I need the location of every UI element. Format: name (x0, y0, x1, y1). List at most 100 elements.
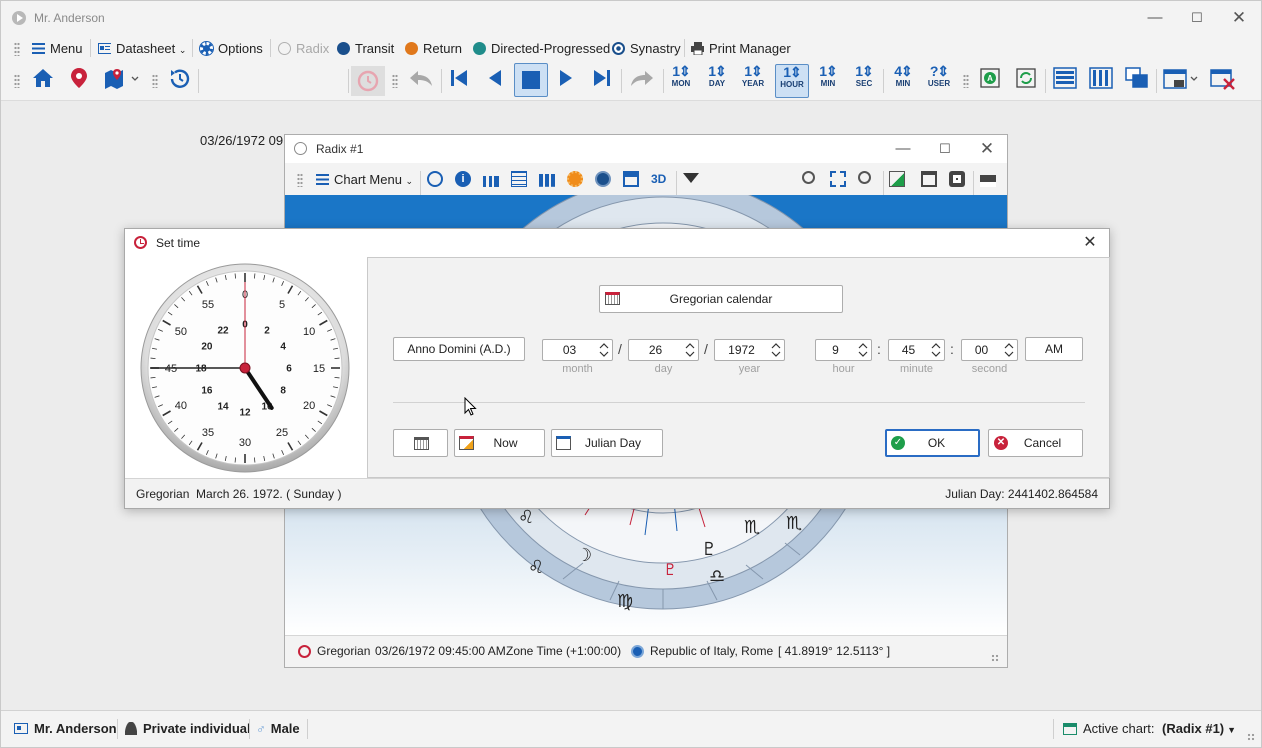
now-button-label: Now (493, 436, 518, 450)
mouse-cursor-icon (464, 397, 477, 416)
step-hour-button[interactable]: 1⇕ HOUR (775, 64, 809, 98)
filter-icon[interactable] (683, 173, 699, 183)
3d-icon[interactable]: 3D (651, 171, 667, 187)
status-person[interactable]: Mr. Anderson (14, 721, 117, 736)
layout-columns-button[interactable] (1087, 67, 1115, 95)
era-button[interactable]: Anno Domini (A.D.) (393, 337, 525, 361)
svg-text:♌: ♌ (518, 507, 534, 528)
last-button[interactable] (590, 67, 614, 95)
info-icon[interactable]: i (455, 171, 471, 187)
second-spinner[interactable]: 00 (961, 339, 1018, 361)
radix-minimize-button[interactable]: — (888, 138, 918, 160)
month-spinner[interactable]: 03 (542, 339, 613, 361)
clock-icon (134, 236, 147, 249)
step-month-button[interactable]: 1⇕ MON (666, 64, 696, 98)
chart-wheel-icon[interactable] (427, 171, 443, 187)
tree-icon[interactable] (623, 171, 639, 187)
zoom-in-icon[interactable] (802, 171, 815, 184)
julian-day-button[interactable]: Julian Day (551, 429, 663, 457)
window-menu-button[interactable] (1161, 67, 1201, 95)
resize-grip-icon[interactable] (991, 654, 999, 662)
set-time-button[interactable] (351, 66, 385, 96)
close-button[interactable]: ✕ (1224, 7, 1254, 29)
status-gender[interactable]: ♂ Male (256, 721, 300, 736)
updown-icon[interactable] (931, 342, 941, 358)
updown-icon[interactable] (771, 342, 781, 358)
menu-return[interactable]: Return (405, 39, 462, 58)
menu-synastry[interactable]: Synastry (612, 39, 681, 58)
step-4min-button[interactable]: 4⇕ MIN (888, 64, 918, 98)
year-spinner[interactable]: 1972 (714, 339, 785, 361)
map-button[interactable] (102, 67, 142, 95)
updown-icon: ⇕ (826, 63, 838, 79)
calendar-button[interactable]: Gregorian calendar (599, 285, 843, 313)
home-button[interactable] (31, 67, 55, 95)
radix-close-button[interactable]: ✕ (972, 138, 1002, 160)
print-icon[interactable] (980, 171, 996, 187)
step-minute-button[interactable]: 1⇕ MIN (813, 64, 843, 98)
first-button[interactable] (447, 67, 471, 95)
status-type[interactable]: Private individual (125, 721, 251, 736)
minute-spinner[interactable]: 45 (888, 339, 945, 361)
clock-tick (234, 457, 236, 463)
updown-icon[interactable] (599, 342, 609, 358)
image-icon[interactable] (889, 171, 905, 187)
table-icon[interactable] (511, 171, 527, 187)
aspects-icon[interactable] (483, 171, 499, 187)
resize-grip-icon[interactable] (1247, 733, 1255, 741)
menu-transit[interactable]: Transit (337, 39, 394, 58)
updown-icon[interactable] (858, 342, 868, 358)
hour-spinner[interactable]: 9 (815, 339, 872, 361)
cascade-button[interactable] (1123, 67, 1151, 95)
camera-icon[interactable] (949, 171, 965, 187)
location-button[interactable] (67, 67, 91, 95)
globe-icon[interactable] (595, 171, 611, 187)
close-chart-button[interactable] (1208, 67, 1238, 95)
date-picker-button[interactable] (393, 429, 448, 457)
updown-icon[interactable] (685, 342, 695, 358)
refresh-button[interactable] (1013, 67, 1039, 95)
ampm-button[interactable]: AM (1025, 337, 1083, 361)
history-button[interactable] (168, 67, 192, 95)
clipboard-icon[interactable] (921, 171, 937, 187)
chart-menu[interactable]: Chart Menu ⌄ (316, 170, 413, 189)
calendar-icon (605, 292, 620, 305)
now-button[interactable]: Now (454, 429, 545, 457)
maximize-button[interactable]: ☐ (1182, 7, 1212, 29)
ok-button[interactable]: ✓ OK (885, 429, 980, 457)
menu-datasheet[interactable]: Datasheet ⌄ (98, 39, 186, 58)
menu-directed-progressed[interactable]: Directed-Progressed (473, 39, 610, 58)
set-time-dialog: Set time ✕ 0510152025303540455055 024681… (124, 228, 1110, 509)
dialog-status-bar: Gregorian March 26. 1972. ( Sunday ) Jul… (125, 478, 1109, 508)
dialog-close-button[interactable]: ✕ (1079, 233, 1101, 253)
bar-chart-icon[interactable] (539, 171, 555, 187)
menu-radix[interactable]: Radix (278, 39, 329, 58)
undo-button[interactable] (406, 67, 436, 95)
previous-button[interactable] (483, 67, 507, 95)
redo-button[interactable] (627, 67, 657, 95)
layout-rows-button[interactable] (1051, 67, 1079, 95)
step-day-button[interactable]: 1⇕ DAY (702, 64, 732, 98)
day-spinner[interactable]: 26 (628, 339, 699, 361)
zoom-fit-icon[interactable] (830, 171, 846, 187)
analog-clock[interactable]: 0510152025303540455055 02468101214161820… (125, 257, 367, 478)
radix-maximize-button[interactable]: ☐ (930, 138, 960, 160)
sun-icon[interactable] (567, 171, 583, 187)
grip-icon[interactable] (14, 42, 20, 56)
stop-button[interactable] (514, 63, 548, 97)
menu-options[interactable]: Options (199, 39, 263, 58)
active-chart-dropdown[interactable]: (Radix #1) ▼ (1162, 721, 1236, 736)
minimize-button[interactable]: — (1140, 7, 1170, 29)
auto-button[interactable]: A (977, 67, 1003, 95)
step-user-button[interactable]: ?⇕ USER (924, 64, 954, 98)
menu-print-manager[interactable]: Print Manager (691, 39, 791, 58)
step-year-button[interactable]: 1⇕ YEAR (738, 64, 768, 98)
clock-inner-label: 8 (280, 386, 286, 397)
zoom-out-icon[interactable] (858, 171, 871, 184)
step-second-button[interactable]: 1⇕ SEC (849, 64, 879, 98)
clock-inner-label: 4 (280, 342, 286, 353)
cancel-button[interactable]: ✕ Cancel (988, 429, 1083, 457)
next-button[interactable] (554, 67, 578, 95)
updown-icon[interactable] (1004, 342, 1014, 358)
menu-main[interactable]: Menu (32, 39, 83, 58)
